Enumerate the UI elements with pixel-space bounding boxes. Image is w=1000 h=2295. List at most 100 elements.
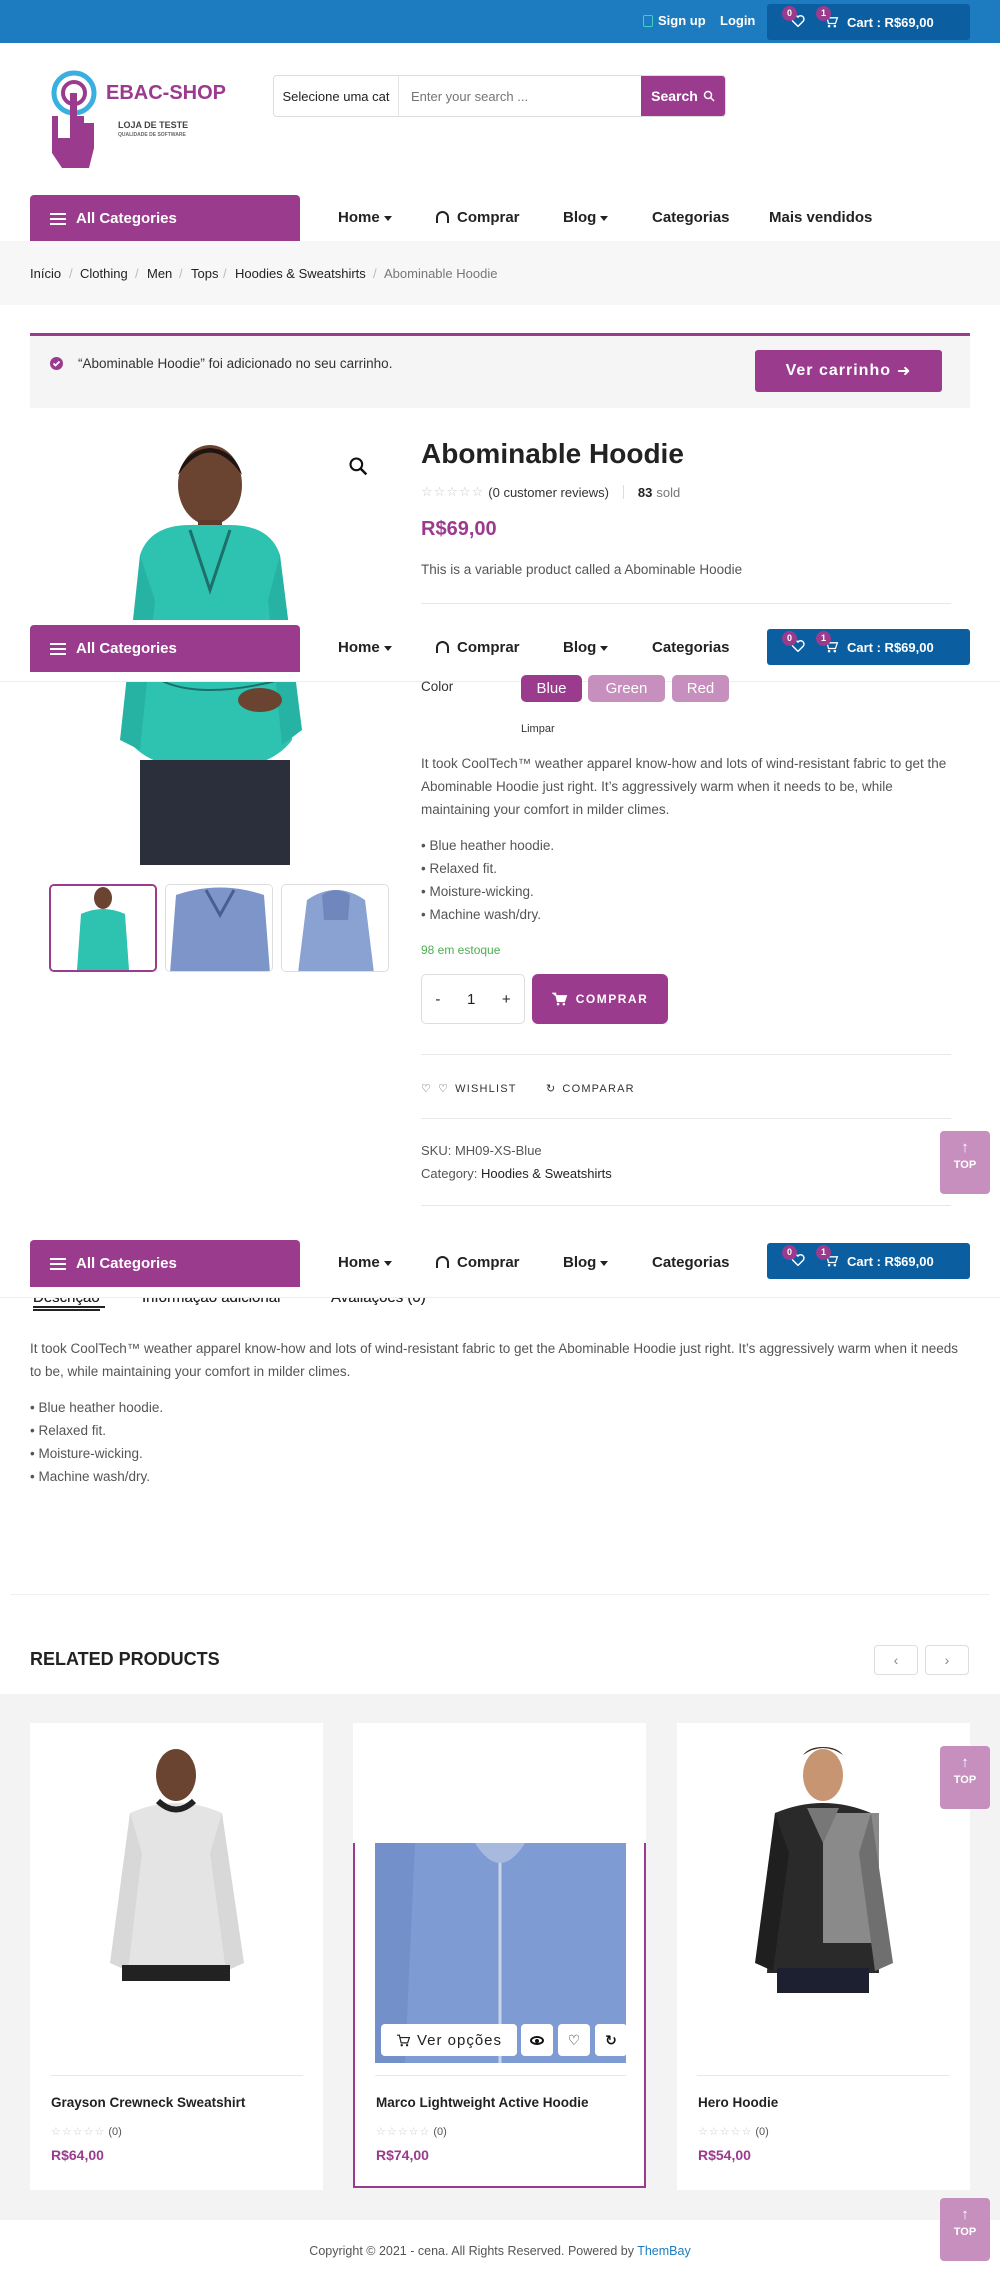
- chevron-left-icon: ‹: [893, 1652, 899, 1668]
- compare-button[interactable]: ↻: [595, 2024, 627, 2056]
- cart-button[interactable]: 0 1 Cart : R$69,00: [767, 4, 970, 40]
- cart-button[interactable]: 0 1 Cart : R$69,00: [767, 629, 970, 665]
- nav-mais-vendidos[interactable]: Mais vendidos: [769, 209, 872, 226]
- carousel-next-button[interactable]: ›: [925, 1645, 969, 1675]
- wishlist-icon[interactable]: 0: [782, 6, 805, 30]
- product-category: Category: Hoodies & Sweatshirts: [421, 1166, 612, 1181]
- chevron-right-icon: ›: [944, 1652, 950, 1668]
- breadcrumb-link[interactable]: Men: [147, 266, 172, 281]
- search-button[interactable]: Search: [641, 76, 725, 116]
- logo-subtagline: QUALIDADE DE SOFTWARE: [118, 132, 186, 138]
- thumbnail-2[interactable]: [165, 884, 273, 972]
- cart-icon: 1: [816, 1244, 839, 1270]
- breadcrumb-link[interactable]: Tops: [191, 266, 218, 281]
- product-card[interactable]: Ver opções ♡ ↻ Marco Lightweight Active …: [353, 1723, 646, 2188]
- product-rating: ☆☆☆☆☆ (0): [376, 2126, 447, 2138]
- category-link[interactable]: Hoodies & Sweatshirts: [481, 1166, 612, 1181]
- buy-button[interactable]: COMPRAR: [532, 974, 668, 1024]
- search-icon: [703, 90, 715, 102]
- nav-categorias[interactable]: Categorias: [652, 639, 730, 656]
- search-category-select[interactable]: Selecione uma cat: [274, 76, 399, 116]
- add-to-wishlist-button[interactable]: ♡: [558, 2024, 590, 2056]
- nav-blog[interactable]: Blog: [563, 209, 609, 226]
- product-price: R$64,00: [51, 2147, 104, 2163]
- thumbnail-3[interactable]: [281, 884, 389, 972]
- caret-down-icon: [600, 1260, 609, 1266]
- nav-comprar[interactable]: Comprar: [436, 209, 520, 226]
- breadcrumb-current: Abominable Hoodie: [384, 266, 498, 281]
- all-categories-button[interactable]: All Categories: [30, 195, 300, 242]
- wishlist-icon[interactable]: 0: [782, 631, 805, 655]
- cart-count-badge: 1: [816, 5, 831, 21]
- nav-blog[interactable]: Blog: [563, 639, 609, 656]
- view-options-button[interactable]: Ver opções: [381, 2024, 517, 2056]
- logo-hand-icon: [51, 70, 97, 168]
- quantity-stepper: - 1 +: [421, 974, 525, 1024]
- product-rating: ☆☆☆☆☆ (0): [51, 2126, 122, 2138]
- cart-total: Cart : R$69,00: [847, 14, 934, 30]
- arrow-up-icon: ↑: [961, 1754, 969, 1771]
- back-to-top-button[interactable]: ↑ TOP: [940, 1131, 990, 1194]
- cart-icon: [396, 2034, 411, 2046]
- cart-icon: [551, 992, 567, 1006]
- swatch-red[interactable]: Red: [672, 675, 729, 702]
- caret-down-icon: [383, 215, 392, 221]
- qty-value[interactable]: 1: [467, 991, 475, 1008]
- search-bar: Selecione uma cat Search: [273, 75, 726, 117]
- cart-icon: 1: [816, 630, 839, 656]
- signup-link[interactable]: Sign up: [643, 13, 706, 28]
- product-name[interactable]: Hero Hoodie: [698, 2095, 778, 2110]
- product-name[interactable]: Marco Lightweight Active Hoodie: [376, 2095, 589, 2110]
- product-sku: SKU: MH09-XS-Blue: [421, 1143, 542, 1158]
- nav-home[interactable]: Home: [338, 1254, 392, 1271]
- back-to-top-button[interactable]: ↑ TOP: [940, 1746, 990, 1809]
- qty-plus-button[interactable]: +: [502, 991, 511, 1008]
- compare-link[interactable]: ↻ COMPARAR: [546, 1082, 635, 1096]
- site-logo[interactable]: EBAC-SHOP LOJA DE TESTE QUALIDADE DE SOF…: [44, 68, 234, 178]
- breadcrumb: Início / Clothing / Men / Tops / Hoodies…: [0, 241, 1000, 305]
- themebay-link[interactable]: ThemBay: [637, 2244, 691, 2258]
- color-label: Color: [421, 679, 454, 694]
- wishlist-icon[interactable]: 0: [782, 1245, 805, 1269]
- product-card[interactable]: Grayson Crewneck Sweatshirt ☆☆☆☆☆ (0) R$…: [30, 1723, 323, 2190]
- cart-button[interactable]: 0 1 Cart : R$69,00: [767, 1243, 970, 1279]
- all-categories-button[interactable]: All Categories: [30, 625, 300, 672]
- nav-categorias[interactable]: Categorias: [652, 209, 730, 226]
- search-input[interactable]: [399, 76, 641, 116]
- swatch-green[interactable]: Green: [588, 675, 665, 702]
- breadcrumb-link[interactable]: Clothing: [80, 266, 128, 281]
- swatch-blue[interactable]: Blue: [521, 675, 582, 702]
- product-price: R$54,00: [698, 2147, 751, 2163]
- login-link[interactable]: Login: [720, 13, 755, 28]
- thumbnail-1[interactable]: [49, 884, 157, 972]
- product-name[interactable]: Grayson Crewneck Sweatshirt: [51, 2095, 245, 2110]
- breadcrumb-link[interactable]: Início: [30, 266, 61, 281]
- product-card[interactable]: Hero Hoodie ☆☆☆☆☆ (0) R$54,00: [677, 1723, 970, 2190]
- quick-view-button[interactable]: [521, 2024, 553, 2056]
- nav-home[interactable]: Home: [338, 639, 392, 656]
- review-link[interactable]: (0 customer reviews): [488, 485, 609, 500]
- breadcrumb-link[interactable]: Hoodies & Sweatshirts: [235, 266, 366, 281]
- product-image: [50, 1743, 303, 1993]
- sold-count: 83: [637, 484, 653, 500]
- nav-home[interactable]: Home: [338, 209, 392, 226]
- zoom-icon[interactable]: [348, 456, 368, 479]
- view-cart-button[interactable]: Ver carrinho ➜: [755, 350, 942, 392]
- menu-icon: [50, 1257, 66, 1270]
- rating-stars-icon: ☆☆☆☆☆: [421, 484, 485, 499]
- tab-description-peek: Descrição: [33, 1298, 100, 1306]
- headset-icon: [436, 641, 449, 653]
- carousel-prev-button[interactable]: ‹: [874, 1645, 918, 1675]
- nav-comprar[interactable]: Comprar: [436, 1254, 520, 1271]
- qty-minus-button[interactable]: -: [435, 991, 440, 1008]
- headset-icon: [436, 1256, 449, 1268]
- nav-categorias[interactable]: Categorias: [652, 1254, 730, 1271]
- clear-link[interactable]: Limpar: [521, 723, 555, 735]
- wishlist-link[interactable]: ♡ ♡ WISHLIST: [421, 1082, 517, 1096]
- all-categories-button[interactable]: All Categories: [30, 1240, 300, 1287]
- nav-comprar[interactable]: Comprar: [436, 639, 520, 656]
- nav-blog[interactable]: Blog: [563, 1254, 609, 1271]
- back-to-top-button[interactable]: ↑ TOP: [940, 2198, 990, 2261]
- product-rating: ☆☆☆☆☆ (0 customer reviews) 83 sold: [421, 484, 680, 500]
- refresh-icon: ↻: [546, 1083, 557, 1095]
